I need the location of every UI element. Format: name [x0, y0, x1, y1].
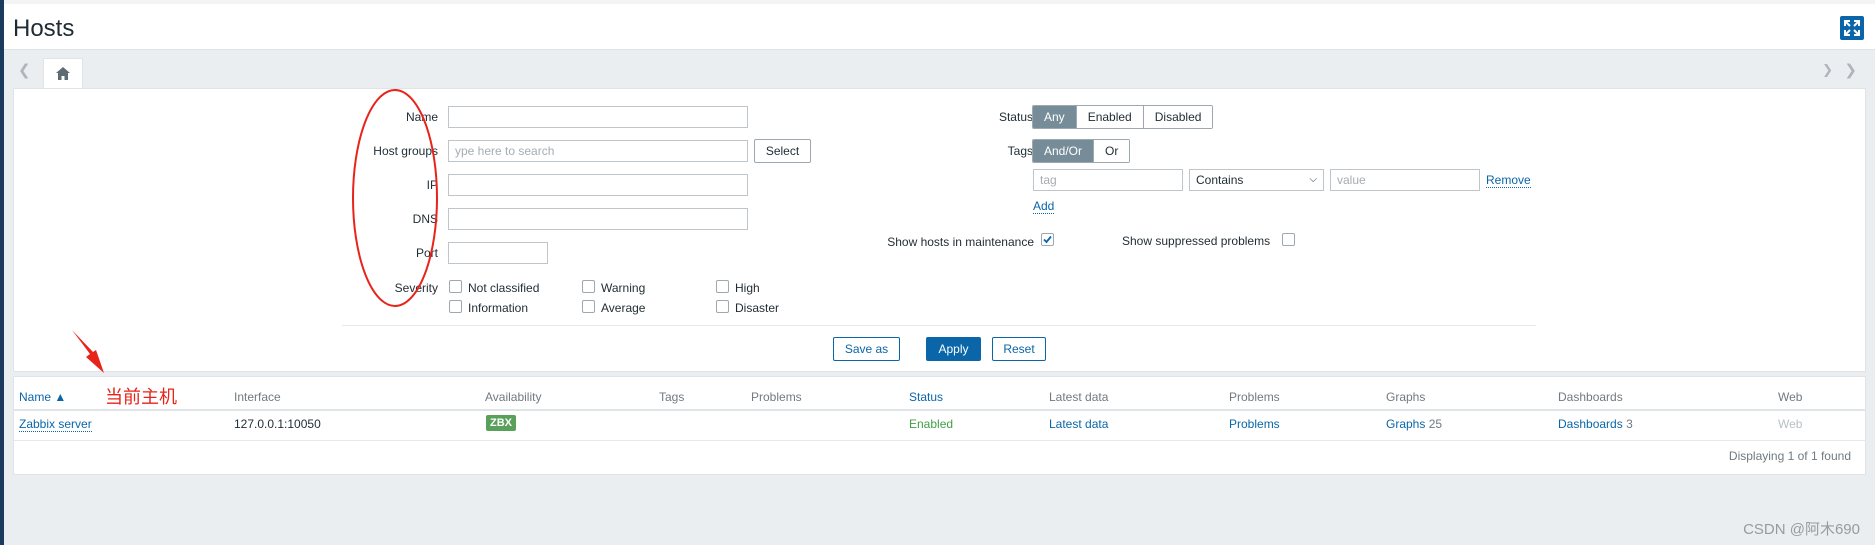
tag-value-input[interactable]: value: [1330, 169, 1480, 191]
severity-warning-checkbox[interactable]: [582, 280, 595, 293]
tag-input[interactable]: tag: [1033, 169, 1183, 191]
status-any-option[interactable]: Any: [1033, 106, 1077, 128]
problems-link[interactable]: Problems: [1229, 417, 1280, 431]
filter-panel: Name Host groups ype here to search Sele…: [13, 88, 1866, 372]
graphs-link[interactable]: Graphs 25: [1386, 417, 1442, 431]
filter-home-tab[interactable]: [43, 58, 83, 89]
severity-warning-label: Warning: [601, 281, 646, 295]
dashboards-link[interactable]: Dashboards 3: [1558, 417, 1633, 431]
severity-disaster-checkbox[interactable]: [716, 300, 729, 313]
tags-operator-segmented: And/Or Or: [1032, 139, 1131, 163]
severity-not-classified-label: Not classified: [468, 281, 540, 295]
tags-andor-option[interactable]: And/Or: [1033, 140, 1095, 162]
apply-button[interactable]: Apply: [926, 337, 981, 361]
severity-average-checkbox[interactable]: [582, 300, 595, 313]
filter-tab-bar: ❮ ❯ ❯: [4, 50, 1875, 89]
port-input[interactable]: [448, 242, 548, 264]
dns-input[interactable]: [448, 208, 748, 230]
severity-high-label: High: [735, 281, 760, 295]
name-input[interactable]: [448, 106, 748, 128]
status-label: Status: [998, 110, 1033, 124]
status-segmented: Any Enabled Disabled: [1032, 105, 1214, 129]
save-as-button[interactable]: Save as: [833, 337, 900, 361]
severity-information-checkbox[interactable]: [449, 300, 462, 313]
ip-input[interactable]: [448, 174, 748, 196]
table-header-divider: [14, 409, 1865, 411]
page-title: Hosts: [13, 15, 75, 42]
hosts-table: Name ▲ Interface Availability Tags Probl…: [13, 376, 1866, 475]
graphs-count: 25: [1428, 417, 1443, 431]
select-button[interactable]: Select: [754, 139, 811, 163]
column-header-availability: Availability: [485, 390, 542, 404]
severity-not-classified-checkbox[interactable]: [449, 280, 462, 293]
home-icon: [56, 67, 70, 80]
host-groups-input[interactable]: ype here to search: [448, 140, 748, 162]
column-header-status[interactable]: Status: [909, 390, 943, 404]
column-header-name[interactable]: Name ▲: [19, 390, 66, 404]
tags-label: Tags: [1007, 144, 1033, 158]
show-suppressed-label: Show suppressed problems: [1122, 234, 1271, 248]
severity-high-checkbox[interactable]: [716, 280, 729, 293]
column-header-latest-data: Latest data: [1049, 390, 1109, 404]
dashboards-count: 3: [1626, 417, 1633, 431]
show-maintenance-checkbox[interactable]: [1041, 233, 1054, 246]
table-row-divider: [14, 440, 1865, 441]
chevron-right-icon[interactable]: ❯: [1844, 61, 1857, 79]
fullscreen-button[interactable]: [1840, 16, 1864, 40]
column-header-graphs: Graphs: [1386, 390, 1426, 404]
column-header-problems: Problems: [751, 390, 802, 404]
chevron-down-icon[interactable]: ❯: [1822, 62, 1833, 78]
fullscreen-icon: [1844, 20, 1860, 36]
check-icon: [1043, 235, 1052, 244]
annotation-ellipse: [352, 89, 438, 307]
table-footer-count: Displaying 1 of 1 found: [1728, 449, 1851, 463]
annotation-text: 当前主机: [105, 387, 177, 407]
add-tag-link[interactable]: Add: [1033, 199, 1055, 214]
chevron-left-icon[interactable]: ❮: [18, 61, 31, 79]
severity-information-label: Information: [468, 301, 529, 315]
column-header-dashboards: Dashboards: [1558, 390, 1623, 404]
latest-data-link[interactable]: Latest data: [1049, 417, 1108, 431]
column-header-web: Web: [1778, 390, 1803, 404]
filter-divider: [342, 325, 1536, 326]
severity-average-label: Average: [601, 301, 646, 315]
column-header-interface: Interface: [234, 390, 281, 404]
host-status[interactable]: Enabled: [909, 417, 953, 431]
web-link: Web: [1778, 417, 1803, 431]
column-header-tags: Tags: [659, 390, 685, 404]
tags-or-option[interactable]: Or: [1094, 140, 1130, 162]
availability-zbx-badge: ZBX: [486, 415, 516, 431]
host-interface: 127.0.0.1:10050: [234, 417, 321, 431]
dashboards-link-label: Dashboards: [1558, 417, 1623, 431]
page-header: Hosts: [4, 4, 1875, 50]
show-maintenance-label: Show hosts in maintenance: [887, 235, 1034, 249]
tag-operator-select[interactable]: Contains ⌵: [1189, 169, 1324, 191]
status-enabled-option[interactable]: Enabled: [1076, 106, 1144, 128]
reset-button[interactable]: Reset: [992, 337, 1046, 361]
remove-tag-link[interactable]: Remove: [1486, 173, 1531, 188]
watermark: CSDN @阿木690: [1743, 521, 1860, 538]
status-disabled-option[interactable]: Disabled: [1143, 106, 1213, 128]
tag-operator-value: Contains: [1196, 173, 1244, 187]
severity-disaster-label: Disaster: [735, 301, 780, 315]
column-header-problems-link: Problems: [1229, 390, 1280, 404]
host-name-link[interactable]: Zabbix server: [19, 417, 92, 432]
annotation-arrow: [72, 330, 104, 373]
graphs-link-label: Graphs: [1386, 417, 1426, 431]
chevron-down-icon: ⌵: [1309, 174, 1317, 185]
show-suppressed-checkbox[interactable]: [1282, 233, 1295, 246]
